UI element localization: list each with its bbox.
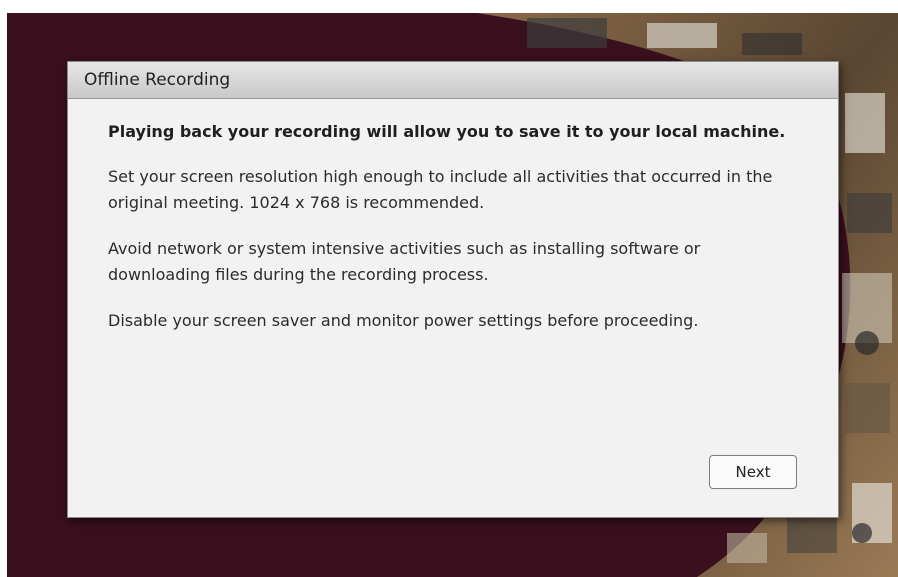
dialog-content: Playing back your recording will allow y… [68, 99, 838, 334]
dialog-title: Offline Recording [84, 70, 231, 90]
dialog-titlebar: Offline Recording [68, 62, 838, 99]
screensaver-instruction: Disable your screen saver and monitor po… [108, 311, 699, 330]
next-button[interactable]: Next [709, 455, 797, 489]
network-instruction: Avoid network or system intensive activi… [108, 239, 701, 284]
resolution-instruction: Set your screen resolution high enough t… [108, 167, 773, 212]
meeting-room-background: Offline Recording Playing back your reco… [7, 13, 898, 577]
dialog-lead-text: Playing back your recording will allow y… [108, 122, 786, 141]
offline-recording-dialog: Offline Recording Playing back your reco… [67, 61, 839, 518]
